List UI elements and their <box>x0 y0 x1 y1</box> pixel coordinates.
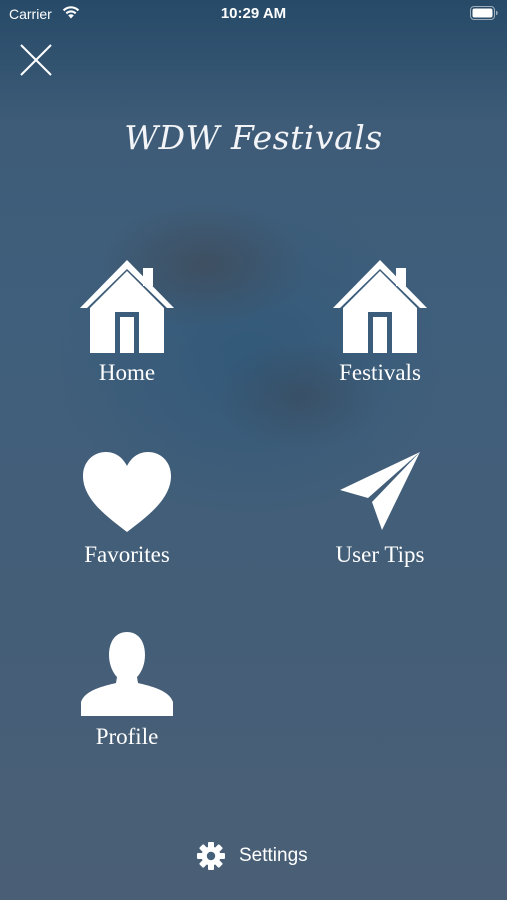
menu-item-label: Favorites <box>84 542 170 567</box>
battery-full-icon <box>470 6 498 20</box>
house-icon <box>333 260 427 353</box>
paper-plane-icon <box>340 452 420 530</box>
status-bar: Carrier 10:29 AM <box>0 0 507 28</box>
gear-icon <box>197 842 225 870</box>
close-button[interactable] <box>18 42 54 78</box>
menu-item-festivals[interactable]: Festivals <box>295 258 465 386</box>
menu-item-label: Home <box>98 360 156 385</box>
heart-icon <box>83 452 171 532</box>
menu-item-profile[interactable]: Profile <box>42 630 212 750</box>
menu-item-user-tips[interactable]: User Tips <box>295 448 465 568</box>
app-title: WDW Festivals <box>124 118 383 157</box>
status-time: 10:29 AM <box>220 5 287 22</box>
menu-item-label: Profile <box>95 724 159 749</box>
settings-label: Settings <box>239 845 308 866</box>
menu-item-label: Festivals <box>339 360 421 385</box>
house-icon <box>80 260 174 353</box>
menu-item-favorites[interactable]: Favorites <box>42 448 212 568</box>
settings-button[interactable]: Settings <box>196 840 308 872</box>
menu-item-label: User Tips <box>335 542 425 567</box>
close-icon <box>20 44 52 76</box>
menu-item-home[interactable]: Home <box>42 258 212 386</box>
person-icon <box>81 632 173 716</box>
